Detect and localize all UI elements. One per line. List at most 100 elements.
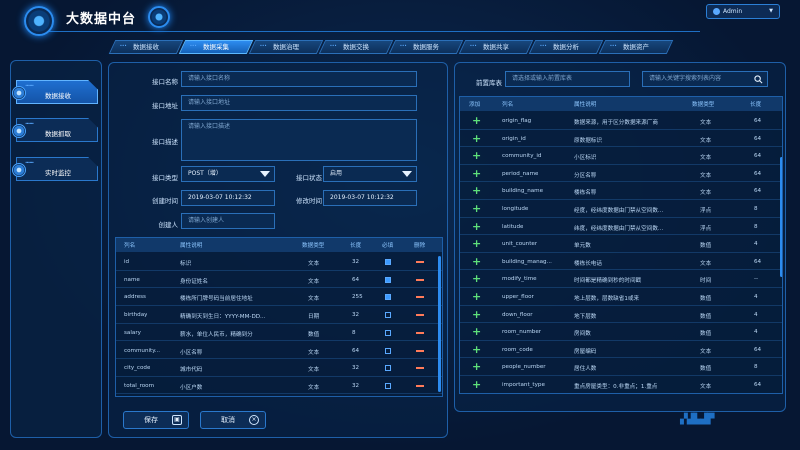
table-row[interactable]: + upper_floor 地上层数，层数缺省1或来 数值 4 <box>460 288 782 306</box>
add-icon[interactable]: + <box>472 291 481 302</box>
scrollbar[interactable] <box>780 157 782 277</box>
delete-icon[interactable] <box>416 296 424 299</box>
cancel-button[interactable]: 取消 × <box>200 411 266 429</box>
required-checkbox[interactable] <box>385 329 391 336</box>
tab-data-service[interactable]: ••• 数据服务 <box>388 40 464 54</box>
table-row[interactable]: + origin_id 原数据标识 文本 64 <box>460 130 782 148</box>
table-row[interactable]: + modify_time 时间都是精确到秒的时间戳 时间 -- <box>460 270 782 288</box>
cell-type: 文本 <box>700 260 712 267</box>
required-checkbox[interactable] <box>385 382 391 389</box>
table-row[interactable]: + building_name 楼栋名称 文本 64 <box>460 182 782 200</box>
modified-time-field[interactable]: 2019-03-07 10:12:32 <box>323 190 417 206</box>
cell-len: 64 <box>754 382 762 388</box>
add-icon[interactable]: + <box>472 344 481 355</box>
add-icon[interactable]: + <box>472 133 481 144</box>
table-row[interactable]: + room_number 房间数 数值 4 <box>460 323 782 341</box>
required-checkbox[interactable] <box>385 259 391 265</box>
created-time-field[interactable]: 2019-03-07 10:12:32 <box>181 190 275 206</box>
required-checkbox[interactable] <box>385 312 391 319</box>
add-icon[interactable]: + <box>472 273 481 284</box>
interface-address-input[interactable]: 请输入接口地址 <box>181 95 417 111</box>
table-row[interactable]: address 楼栋所门牌号码当前居住地址 文本 255 <box>116 288 442 306</box>
cell-name: upper_floor <box>502 294 534 300</box>
user-name: Admin <box>723 8 743 15</box>
save-button[interactable]: 保存 ▣ <box>123 411 189 429</box>
add-icon[interactable]: + <box>472 326 481 337</box>
sidebar-item-receive[interactable]: •••••• 数据接收 <box>16 80 98 104</box>
cell-name: building_name <box>502 188 544 195</box>
table-row[interactable]: + unit_counter 单元数 数值 4 <box>460 235 782 253</box>
add-icon[interactable]: + <box>472 221 481 232</box>
delete-icon[interactable] <box>416 314 424 317</box>
required-checkbox[interactable] <box>385 365 391 372</box>
delete-icon[interactable] <box>416 349 424 352</box>
add-icon[interactable]: + <box>472 309 481 320</box>
add-icon[interactable]: + <box>472 238 481 249</box>
table-row[interactable]: + people_number 居住人数 数值 8 <box>460 358 782 376</box>
table-row[interactable]: salary 薪水，单位人民币，精确到分 数值 8 <box>116 324 442 342</box>
sidebar-item-crawl[interactable]: •••••• 数据抓取 <box>16 118 98 142</box>
interface-description-input[interactable]: 请输入接口描述 <box>181 119 417 161</box>
required-checkbox[interactable] <box>385 347 391 354</box>
scrollbar[interactable] <box>438 256 441 392</box>
sidebar-item-monitor[interactable]: •••••• 实时监控 <box>16 157 98 181</box>
cell-type: 文本 <box>308 384 320 391</box>
required-checkbox[interactable] <box>385 294 391 301</box>
tab-data-assets[interactable]: ••• 数据资产 <box>598 40 674 54</box>
tab-data-share[interactable]: ••• 数据共享 <box>458 40 534 54</box>
table-row[interactable]: + longitude 经度，经纬度数据由门禁从空间数... 浮点 8 <box>460 200 782 218</box>
tab-data-receive[interactable]: ••• 数据接收 <box>108 40 184 54</box>
interface-status-select[interactable]: 启用 <box>323 166 417 182</box>
table-row[interactable]: total_room 小区户数 文本 32 <box>116 377 442 395</box>
cell-len: 8 <box>754 364 758 371</box>
table-row[interactable]: id 标识 文本 32 <box>116 253 442 271</box>
tab-data-exchange[interactable]: ••• 数据交换 <box>318 40 394 54</box>
add-icon[interactable]: + <box>472 168 481 179</box>
cell-name: people_number <box>502 364 546 371</box>
add-icon[interactable]: + <box>472 203 481 214</box>
search-icon[interactable] <box>754 75 763 84</box>
cell-desc: 薪水，单位人民币，精确到分 <box>180 331 253 338</box>
table-row[interactable]: city_code 城市代码 文本 32 <box>116 359 442 377</box>
user-menu[interactable]: Admin ▼ <box>706 4 780 19</box>
delete-icon[interactable] <box>416 367 424 370</box>
add-icon[interactable]: + <box>472 115 481 126</box>
cell-name: community... <box>124 347 161 354</box>
table-row[interactable]: name 身份证姓名 文本 64 <box>116 271 442 289</box>
table-row[interactable]: community... 小区名称 文本 64 <box>116 342 442 359</box>
delete-icon[interactable] <box>416 261 424 263</box>
add-icon[interactable]: + <box>472 150 481 161</box>
sidebar-node-icon <box>12 124 26 138</box>
add-icon[interactable]: + <box>472 256 481 267</box>
creator-label: 创建人 <box>158 221 179 229</box>
tab-data-analysis[interactable]: ••• 数据分析 <box>528 40 604 54</box>
required-checkbox[interactable] <box>385 276 391 283</box>
delete-icon[interactable] <box>416 278 424 281</box>
add-icon[interactable]: + <box>472 379 481 390</box>
creator-input[interactable]: 请输入创建人 <box>181 213 275 229</box>
delete-icon[interactable] <box>416 384 424 387</box>
table-row[interactable]: + community_id 小区标识 文本 64 <box>460 147 782 165</box>
db-table-select[interactable]: 请选择或输入前置库表 <box>505 71 630 87</box>
add-icon[interactable]: + <box>472 185 481 196</box>
source-column-table: 添加 列名 属性说明 数据类型 长度 + origin_flag 数据来源，用于区分… <box>459 96 783 394</box>
delete-icon[interactable] <box>416 331 424 334</box>
table-row[interactable]: + building_manag... 楼栋长电话 文本 64 <box>460 253 782 271</box>
cell-name: origin_id <box>502 135 526 142</box>
table-row[interactable]: + important_type 重点房屋类型：0.非重点；1.重点 文本 64 <box>460 376 782 393</box>
cell-len: 8 <box>754 223 758 230</box>
decoration-graphic: ▞▟▙▟▛ <box>680 414 714 425</box>
tab-data-collect[interactable]: ••• 数据采集 <box>178 40 254 54</box>
sidebar-item-label: 实时监控 <box>45 169 71 177</box>
table-row[interactable]: + latitude 纬度，经纬度数据由门禁从空间数... 浮点 8 <box>460 218 782 236</box>
add-icon[interactable]: + <box>472 361 481 372</box>
table-row[interactable]: birthday 精确到天到生日：YYYY-MM-DD... 日期 32 <box>116 306 442 324</box>
interface-name-input[interactable]: 请输入接口名称 <box>181 71 417 87</box>
table-row[interactable]: + origin_flag 数据来源，用于区分数据来源厂商 文本 64 <box>460 112 782 130</box>
column-search-input[interactable]: 请输入关键字搜索列表内容 <box>642 71 768 87</box>
table-row[interactable]: + period_name 分区名称 文本 64 <box>460 165 782 183</box>
tab-data-governance[interactable]: ••• 数据治理 <box>248 40 324 54</box>
table-row[interactable]: + down_floor 地下层数 数值 4 <box>460 306 782 324</box>
table-row[interactable]: + room_code 房屋编码 文本 64 <box>460 341 782 359</box>
interface-type-select[interactable]: POST（增） <box>181 166 275 182</box>
